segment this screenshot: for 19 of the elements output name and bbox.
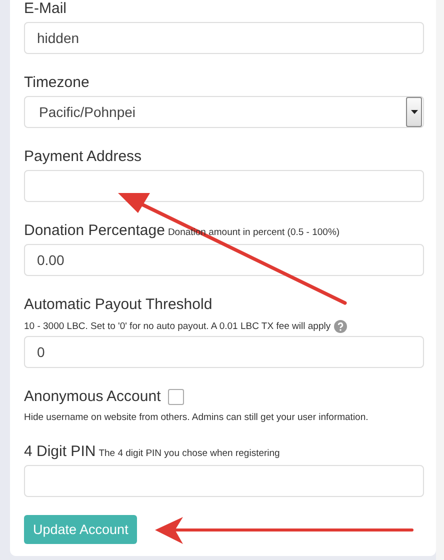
field-hint: 10 - 3000 LBC. Set to '0' for no auto payout. A 0.01 LBC TX fee will apply [24,321,331,332]
field-label: E-Mail [24,0,67,17]
input-field[interactable]: 0.00 [24,244,424,276]
help-icon[interactable] [334,320,347,333]
timezone-dropdown[interactable]: Pacific/Pohnpei [24,96,424,128]
field-label: Anonymous Account [24,388,161,405]
field-label: Payment Address [24,148,142,165]
field-label: 4 Digit PIN [24,443,96,460]
field-label: Donation Percentage [24,222,165,239]
input-field[interactable]: 0 [24,336,424,368]
field-hint: The 4 digit PIN you chose when registering [98,448,280,459]
input-field[interactable] [24,465,424,497]
field-hint: Hide username on website from others. Admins can still get your user information. [24,412,368,423]
caret-icon [410,110,418,114]
checkbox[interactable] [168,389,184,405]
input-field[interactable] [24,170,424,202]
input-field[interactable]: hidden [24,22,424,54]
field-label: Automatic Payout Threshold [24,296,212,313]
field-label: Timezone [24,74,90,91]
